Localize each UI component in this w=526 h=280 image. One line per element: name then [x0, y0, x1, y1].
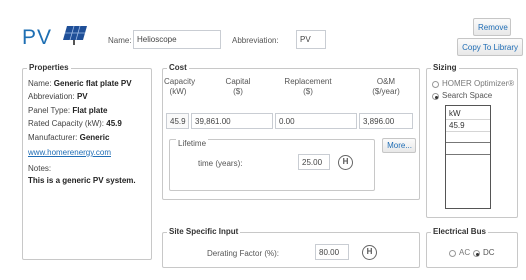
- cost-group: Cost Capacity (kW) Capital ($) Replacement…: [162, 63, 420, 200]
- capacity-header: Capacity (kW): [164, 77, 196, 96]
- hold-icon[interactable]: H: [362, 245, 377, 260]
- capacity-cell[interactable]: 45.9: [166, 113, 189, 129]
- website-link[interactable]: www.homerenergy.com: [28, 148, 111, 157]
- derating-input[interactable]: 80.00: [315, 244, 349, 260]
- search-space-label[interactable]: Search Space: [442, 91, 492, 100]
- remove-button[interactable]: Remove: [473, 18, 511, 36]
- cost-title: Cost: [167, 63, 189, 72]
- homer-optimizer-radio[interactable]: [432, 81, 439, 88]
- om-cell[interactable]: 3,896.00: [359, 113, 413, 129]
- search-space-radio[interactable]: [432, 93, 439, 100]
- properties-title: Properties: [27, 63, 71, 72]
- capital-header: Capital ($): [225, 77, 251, 96]
- electrical-bus-title: Electrical Bus: [431, 227, 488, 236]
- replacement-header: Replacement ($): [284, 77, 332, 96]
- homer-optimizer-label[interactable]: HOMER Optimizer®: [442, 79, 514, 88]
- sizing-group: Sizing HOMER Optimizer® Search Space kW …: [426, 63, 518, 218]
- ac-radio[interactable]: [449, 250, 456, 257]
- replacement-cell[interactable]: 0.00: [275, 113, 357, 129]
- search-space-list[interactable]: kW 45.9: [445, 105, 491, 209]
- more-button[interactable]: More...: [382, 138, 416, 153]
- capital-cell[interactable]: 39,861.00: [191, 113, 273, 129]
- prop-panel-type: Panel Type: Flat plate: [28, 106, 108, 115]
- site-specific-title: Site Specific Input: [167, 227, 241, 236]
- list-item[interactable]: [446, 132, 490, 143]
- name-input[interactable]: Helioscope: [133, 30, 221, 49]
- list-item[interactable]: 45.9: [446, 120, 490, 132]
- om-header: O&M ($/year): [372, 77, 400, 96]
- lifetime-time-label: time (years):: [198, 159, 243, 168]
- notes-text: This is a generic PV system.: [28, 176, 136, 185]
- prop-name: Name: Generic flat plate PV: [28, 79, 132, 88]
- copy-to-library-button[interactable]: Copy To Library: [457, 38, 523, 56]
- list-item[interactable]: [446, 144, 490, 155]
- dc-radio[interactable]: [473, 250, 480, 257]
- properties-group: Properties Name: Generic flat plate PV A…: [22, 63, 152, 260]
- abbreviation-label: Abbreviation:: [232, 36, 279, 45]
- prop-abbreviation: Abbreviation: PV: [28, 92, 88, 101]
- component-title: PV: [22, 26, 53, 49]
- list-header-kw: kW: [446, 108, 490, 120]
- lifetime-group: Lifetime time (years): 25.00 H: [169, 139, 375, 191]
- prop-manufacturer: Manufacturer: Generic: [28, 133, 110, 142]
- electrical-bus-group: Electrical Bus AC DC: [426, 227, 518, 268]
- name-label: Name:: [108, 36, 132, 45]
- derating-label: Derating Factor (%):: [207, 249, 280, 258]
- ac-label[interactable]: AC: [459, 248, 470, 257]
- prop-rated-capacity: Rated Capacity (kW): 45.9: [28, 119, 122, 128]
- hold-icon[interactable]: H: [338, 155, 353, 170]
- site-specific-group: Site Specific Input Derating Factor (%):…: [162, 227, 420, 268]
- dc-label[interactable]: DC: [483, 248, 495, 257]
- lifetime-label: Lifetime: [176, 139, 209, 148]
- sizing-title: Sizing: [431, 63, 459, 72]
- notes-label: Notes:: [28, 164, 52, 173]
- lifetime-time-input[interactable]: 25.00: [298, 154, 330, 170]
- abbreviation-input[interactable]: PV: [296, 30, 326, 49]
- solar-panel-icon: [63, 25, 87, 45]
